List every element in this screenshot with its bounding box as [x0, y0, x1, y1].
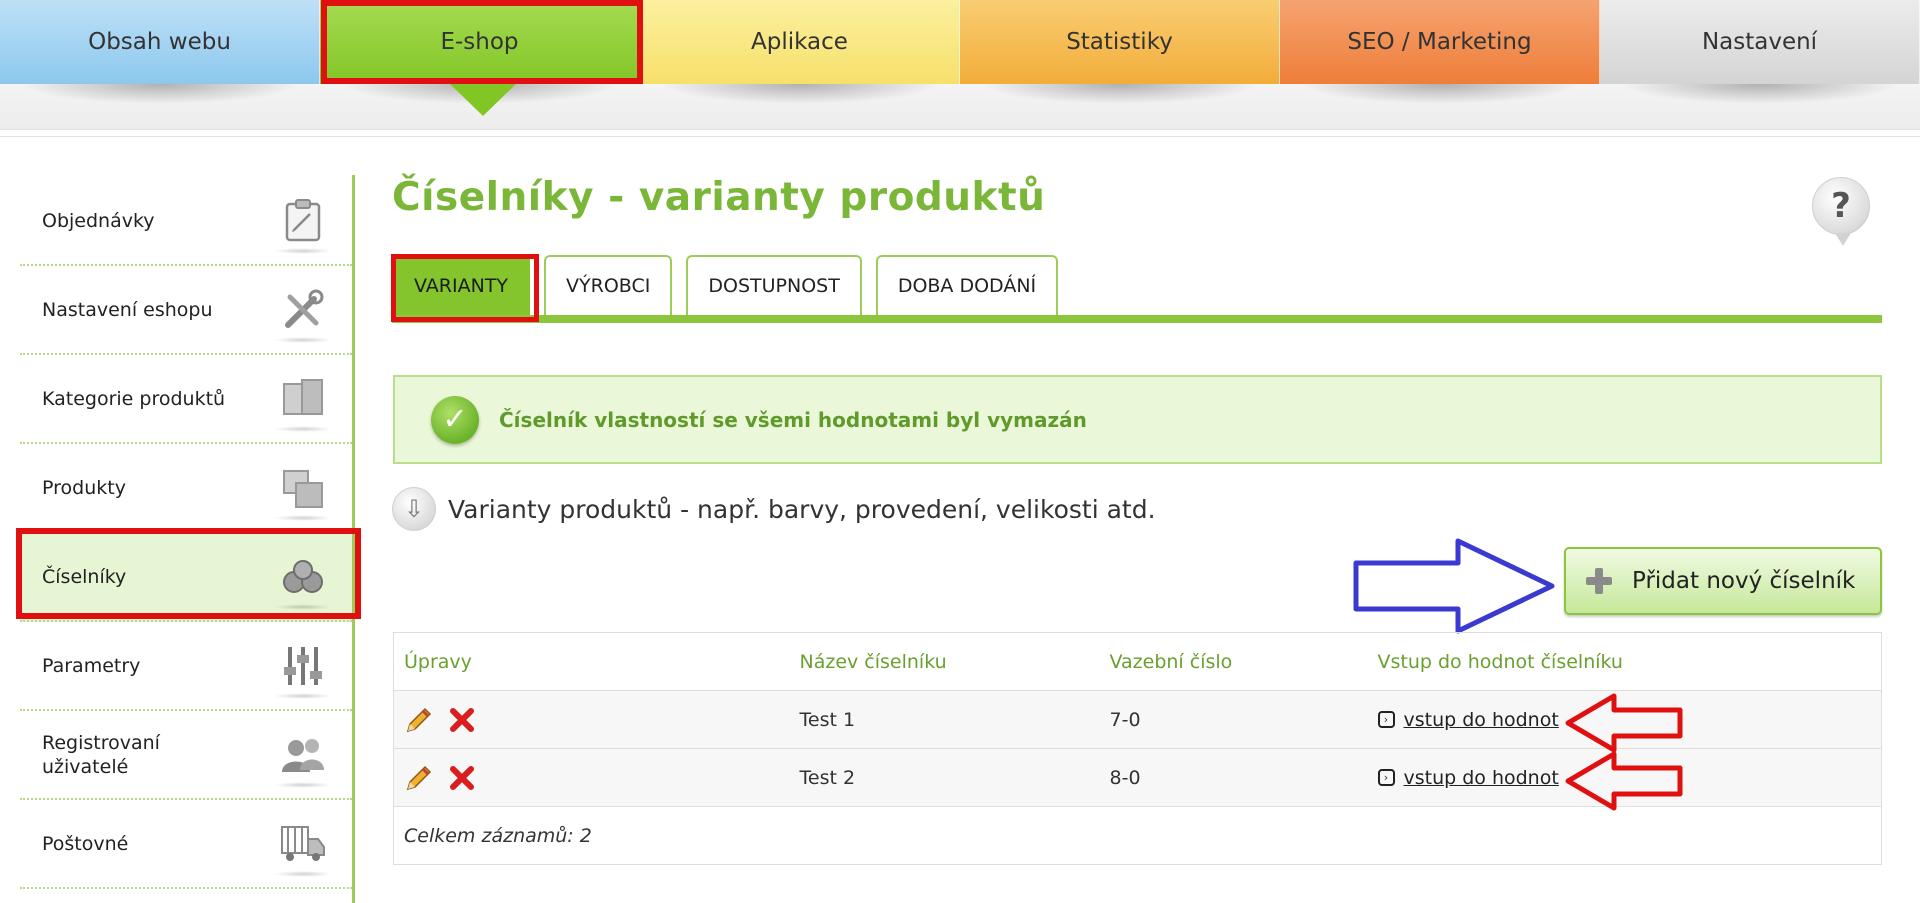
main-panel: Objednávky Nastavení eshopu Kategorie pr…: [0, 136, 1920, 903]
annotation-red-box-sidebar: [16, 528, 361, 619]
table-header-row: Úpravy Název číselníku Vazební číslo Vst…: [393, 632, 1882, 691]
sidebar-item-label: Nastavení eshopu: [42, 298, 213, 321]
clipboard-icon: [274, 198, 332, 254]
sidebar-item-label: Kategorie produktů: [42, 387, 226, 410]
sidebar-item-objednavky[interactable]: Objednávky: [20, 177, 352, 266]
success-text: Číselník vlastností se všemi hodnotami b…: [499, 407, 1087, 432]
tab-vyrobci[interactable]: VÝROBCI: [544, 255, 673, 315]
enter-values-link[interactable]: vstup do hodnot: [1404, 709, 1559, 731]
pencil-icon[interactable]: [404, 763, 434, 793]
pencil-icon[interactable]: [404, 705, 434, 735]
plus-icon: [1584, 566, 1614, 596]
delete-icon[interactable]: [448, 764, 476, 792]
arrow-down-icon[interactable]: ⇩: [392, 487, 436, 531]
nav-shadow-curve: [20, 84, 300, 104]
add-button-label: Přidat nový číselník: [1632, 568, 1856, 594]
tab-doba-dodani[interactable]: DOBA DODÁNÍ: [875, 255, 1059, 315]
sidebar-item-produkty[interactable]: Produkty: [20, 444, 352, 533]
delete-icon[interactable]: [448, 706, 476, 734]
nav-tab-obsah-webu[interactable]: Obsah webu: [0, 0, 320, 84]
truck-icon: [274, 821, 332, 877]
tools-icon: [274, 287, 332, 343]
nav-shadow-curve: [1620, 84, 1900, 104]
annotation-red-arrow: [1565, 693, 1683, 753]
tab-dostupnost[interactable]: DOSTUPNOST: [686, 255, 862, 315]
sidebar-item-label: Objednávky: [42, 209, 155, 232]
annotation-red-box-nav: [321, 0, 643, 84]
column-header-vstup: Vstup do hodnot číselníku: [1367, 632, 1882, 691]
enter-icon: ›: [1377, 769, 1395, 786]
cell-name: Test 1: [789, 690, 1100, 749]
cell-code: 7-0: [1099, 690, 1368, 749]
add-new-ciselnik-button[interactable]: Přidat nový číselník: [1564, 547, 1882, 615]
checkmark-icon: ✓: [431, 395, 479, 444]
cell-code: 8-0: [1099, 748, 1368, 807]
success-message: ✓ Číselník vlastností se všemi hodnotami…: [393, 375, 1882, 464]
nav-tab-nastaveni[interactable]: Nastavení: [1600, 0, 1920, 84]
annotation-blue-arrow: [1353, 538, 1555, 634]
sidebar-item-label: Poštovné: [42, 832, 129, 855]
active-tab-pointer: [450, 84, 516, 116]
nav-shadow-curve: [980, 84, 1260, 104]
nav-shadow-curve: [660, 84, 940, 104]
table-footer-row: Celkem záznamů: 2: [393, 806, 1882, 865]
users-icon: [274, 732, 332, 788]
sidebar-item-parametry[interactable]: Parametry: [20, 622, 352, 711]
annotation-red-arrow: [1565, 751, 1683, 811]
sidebar-item-label: Parametry: [42, 654, 141, 677]
sidebar-item-postovne[interactable]: Poštovné: [20, 800, 352, 889]
nav-tab-aplikace[interactable]: Aplikace: [640, 0, 960, 84]
edit-cell: [393, 690, 790, 749]
info-text: Varianty produktů - např. barvy, provede…: [448, 494, 1156, 524]
edit-cell: [393, 748, 790, 807]
column-header-vazebni-cislo: Vazební číslo: [1099, 632, 1368, 691]
sidebar-item-kategorie-produktu[interactable]: Kategorie produktů: [20, 355, 352, 444]
subtab-underline: [392, 315, 1882, 323]
enter-icon: ›: [1377, 711, 1395, 728]
top-navigation: Obsah webu E-shop Aplikace Statistiky SE…: [0, 0, 1920, 84]
nav-tab-statistiky[interactable]: Statistiky: [960, 0, 1280, 84]
sidebar-item-label: Produkty: [42, 476, 126, 499]
cell-name: Test 2: [789, 748, 1100, 807]
help-icon[interactable]: ?: [1812, 177, 1870, 246]
total-records: Celkem záznamů: 2: [393, 806, 1882, 865]
nav-tab-seo-marketing[interactable]: SEO / Marketing: [1280, 0, 1600, 84]
column-header-nazev: Název číselníku: [789, 632, 1100, 691]
nav-shadow-curve: [1300, 84, 1580, 104]
nav-shadow-strip: [0, 84, 1920, 130]
annotation-red-box-subtab: [391, 254, 539, 322]
info-row: ⇩ Varianty produktů - např. barvy, prove…: [392, 485, 1156, 533]
products-icon: [274, 465, 332, 521]
enter-values-link[interactable]: vstup do hodnot: [1404, 767, 1559, 789]
sliders-icon: [274, 643, 332, 699]
sidebar-item-registrovani-uzivatele[interactable]: Registrovaní uživatelé: [20, 711, 352, 800]
sidebar-item-nastaveni-eshopu[interactable]: Nastavení eshopu: [20, 266, 352, 355]
page-title: Číselníky - varianty produktů: [392, 175, 1046, 220]
boxes-icon: [274, 376, 332, 432]
sidebar-item-label: Registrovaní uživatelé: [42, 731, 160, 778]
column-header-upravy: Úpravy: [393, 632, 790, 691]
